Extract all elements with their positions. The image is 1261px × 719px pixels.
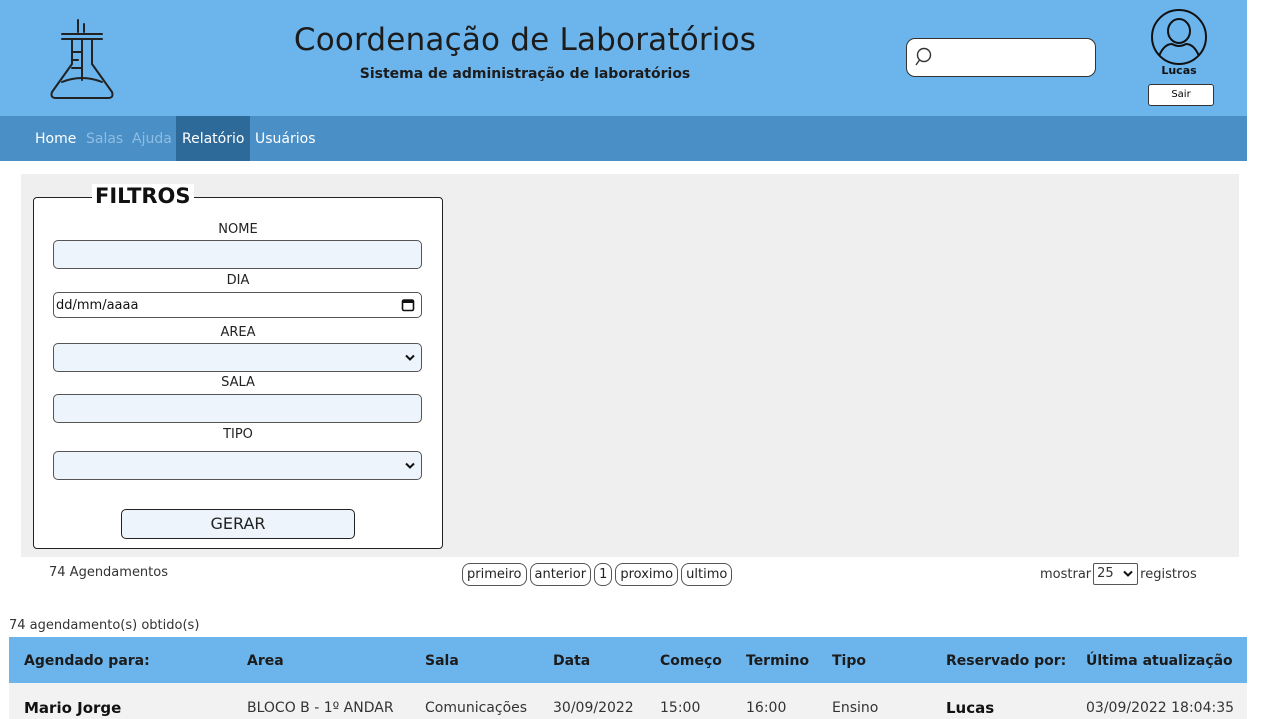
cell-start: 15:00 bbox=[660, 700, 701, 716]
user-name: Lucas bbox=[1161, 64, 1197, 77]
next-page-button[interactable]: proximo bbox=[615, 563, 679, 586]
tipo-label: TIPO bbox=[223, 427, 253, 442]
app-title: Coordenação de Laboratórios bbox=[293, 22, 757, 58]
appointments-count: 74 Agendamentos bbox=[49, 565, 168, 580]
page-size-value: 25 bbox=[1097, 566, 1114, 581]
tipo-select[interactable] bbox=[53, 451, 422, 480]
area-label: AREA bbox=[220, 325, 256, 340]
results-summary: 74 agendamento(s) obtido(s) bbox=[9, 618, 200, 633]
previous-page-button[interactable]: anterior bbox=[529, 563, 592, 586]
page-number-button[interactable]: 1 bbox=[594, 563, 613, 586]
dia-date-input[interactable]: dd/mm/aaaa bbox=[53, 292, 422, 318]
search-input[interactable] bbox=[906, 38, 1096, 77]
cell-reserved-by: Lucas bbox=[946, 699, 995, 717]
cell-scheduled-for: Mario Jorge bbox=[24, 699, 122, 717]
nav-item-relatorio[interactable]: Relatório bbox=[176, 116, 251, 161]
pagination: primeiro anterior 1 proximo ultimo bbox=[462, 563, 733, 586]
chevron-down-icon bbox=[405, 354, 415, 361]
nav-item-ajuda[interactable]: Ajuda bbox=[126, 116, 178, 161]
chevron-down-icon bbox=[1123, 570, 1133, 577]
table-header: Agendado para: Area Sala Data Começo Ter… bbox=[9, 637, 1247, 683]
filter-legend: FILTROS bbox=[92, 184, 194, 208]
dia-label: DIA bbox=[226, 273, 250, 288]
nome-label: NOME bbox=[218, 222, 258, 237]
cell-end: 16:00 bbox=[746, 700, 787, 716]
column-header[interactable]: Area bbox=[247, 637, 284, 685]
page-size-select[interactable]: 25 bbox=[1093, 563, 1139, 585]
page-size-control: mostrar 25 registros bbox=[1040, 563, 1197, 585]
app-subtitle: Sistema de administração de laboratórios bbox=[359, 66, 691, 82]
table-row[interactable]: Mario Jorge BLOCO B - 1º ANDAR Comunicaç… bbox=[9, 683, 1247, 719]
chevron-down-icon bbox=[405, 462, 415, 469]
main-nav: Home Salas Ajuda Relatório Usuários bbox=[0, 116, 1247, 161]
cell-updated-at: 03/09/2022 18:04:35 bbox=[1086, 700, 1235, 716]
cell-date: 30/09/2022 bbox=[553, 700, 634, 716]
sala-input[interactable] bbox=[53, 394, 422, 423]
last-page-button[interactable]: ultimo bbox=[681, 563, 733, 586]
generate-button[interactable]: GERAR bbox=[121, 509, 355, 539]
nome-input[interactable] bbox=[53, 240, 422, 269]
show-prefix: mostrar bbox=[1040, 566, 1092, 582]
search-icon bbox=[915, 47, 932, 66]
column-header[interactable]: Termino bbox=[746, 637, 809, 685]
calendar-icon[interactable] bbox=[401, 298, 415, 312]
column-header[interactable]: Agendado para: bbox=[24, 637, 150, 685]
nav-item-home[interactable]: Home bbox=[29, 116, 82, 161]
column-header[interactable]: Começo bbox=[660, 637, 722, 685]
first-page-button[interactable]: primeiro bbox=[462, 563, 527, 586]
page-margin bbox=[1247, 0, 1261, 719]
column-header[interactable]: Tipo bbox=[832, 637, 866, 685]
lab-flask-icon bbox=[50, 19, 114, 99]
column-header[interactable]: Data bbox=[553, 637, 590, 685]
column-header[interactable]: Sala bbox=[425, 637, 459, 685]
area-select[interactable] bbox=[53, 343, 422, 372]
cell-room: Comunicações bbox=[425, 700, 528, 716]
dia-value: dd/mm/aaaa bbox=[56, 298, 139, 313]
column-header[interactable]: Última atualização bbox=[1086, 637, 1233, 685]
nav-item-salas[interactable]: Salas bbox=[80, 116, 129, 161]
logout-button[interactable]: Sair bbox=[1148, 84, 1214, 106]
page-header: Coordenação de Laboratórios Sistema de a… bbox=[0, 0, 1247, 116]
cell-area: BLOCO B - 1º ANDAR bbox=[247, 700, 394, 716]
show-suffix: registros bbox=[1140, 566, 1197, 582]
cell-type: Ensino bbox=[832, 700, 879, 716]
column-header[interactable]: Reservado por: bbox=[946, 637, 1066, 685]
sala-label: SALA bbox=[221, 375, 255, 390]
nav-item-usuarios[interactable]: Usuários bbox=[249, 116, 322, 161]
